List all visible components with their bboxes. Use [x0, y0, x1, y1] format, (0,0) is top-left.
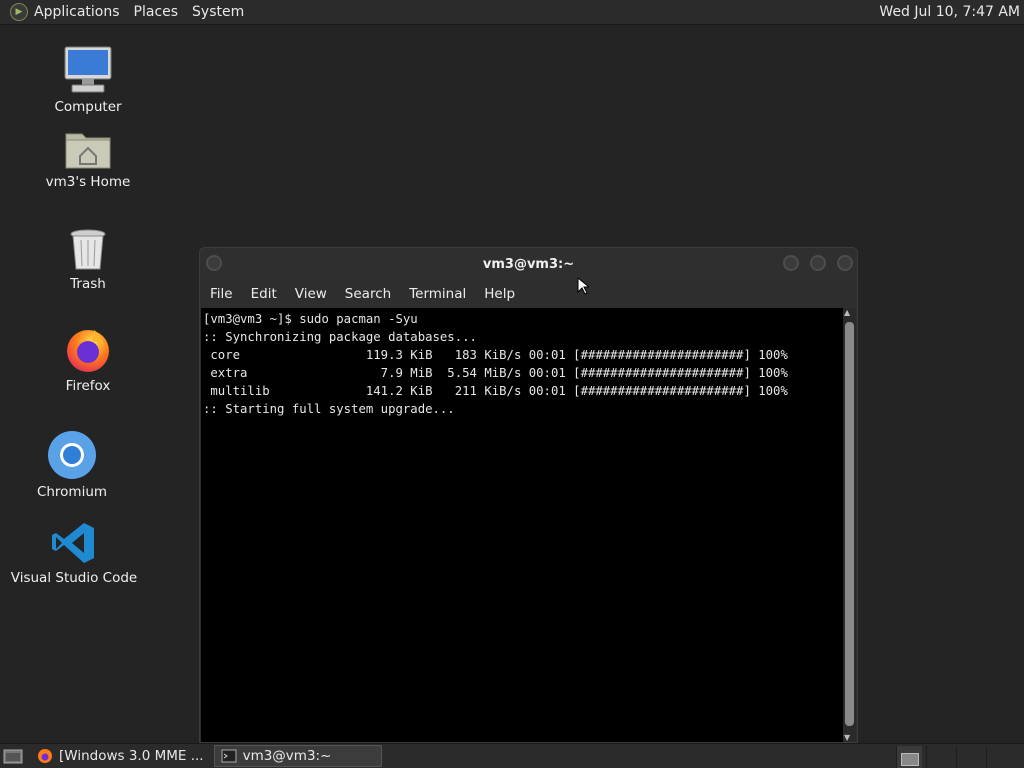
maximize-button[interactable]	[810, 255, 826, 271]
terminal-output[interactable]: [vm3@vm3 ~]$ sudo pacman -Syu :: Synchro…	[201, 308, 843, 742]
computer-icon	[64, 46, 112, 93]
terminal-scrollbar[interactable]: ▲ ▼	[843, 308, 856, 742]
desktop-icon-computer[interactable]: Computer	[28, 45, 148, 115]
menu-applications[interactable]: Applications	[34, 4, 120, 20]
chromium-icon	[48, 431, 96, 479]
workspace-1[interactable]	[896, 746, 922, 768]
desktop-icon-vscode[interactable]: Visual Studio Code	[10, 520, 138, 586]
window-title: vm3@vm3:~	[482, 256, 575, 272]
trash-icon	[70, 229, 106, 270]
menu-help[interactable]: Help	[484, 286, 515, 302]
menu-edit[interactable]: Edit	[251, 286, 277, 302]
terminal-icon	[221, 749, 237, 763]
terminal-line: [vm3@vm3 ~]$ sudo pacman -Syu	[203, 312, 418, 326]
desktop-icon-chromium[interactable]: Chromium	[12, 430, 132, 500]
desktop-icon-label: Visual Studio Code	[10, 570, 138, 586]
mate-menu-icon[interactable]: ▶	[10, 3, 28, 21]
desktop-icon-home[interactable]: vm3's Home	[28, 128, 148, 190]
menu-terminal[interactable]: Terminal	[409, 286, 466, 302]
workspace-2[interactable]	[926, 746, 952, 768]
terminal-menubar: File Edit View Search Terminal Help	[200, 280, 857, 308]
taskbar-item-windows[interactable]: [Windows 3.0 MME ...	[31, 745, 210, 767]
vscode-icon	[52, 523, 94, 563]
close-button[interactable]	[837, 255, 853, 271]
desktop-icon-trash[interactable]: Trash	[28, 228, 148, 292]
menu-view[interactable]: View	[295, 286, 327, 302]
workspace-3[interactable]	[956, 746, 982, 768]
taskbar-item-terminal[interactable]: vm3@vm3:~	[213, 745, 382, 767]
window-menu-button[interactable]	[206, 255, 222, 271]
mouse-cursor-icon	[577, 277, 589, 295]
minimize-button[interactable]	[783, 255, 799, 271]
taskbar-item-label: [Windows 3.0 MME ...	[59, 748, 204, 764]
top-panel: ▶ Applications Places System Wed Jul 10,…	[0, 0, 1024, 25]
terminal-line: :: Synchronizing package databases...	[203, 330, 477, 344]
home-folder-icon	[65, 133, 111, 169]
desktop-icon-label: Chromium	[36, 484, 108, 500]
window-titlebar[interactable]: vm3@vm3:~	[200, 248, 857, 280]
scroll-thumb[interactable]	[845, 322, 854, 726]
workspace-4[interactable]	[986, 746, 1012, 768]
desktop-icon-label: Computer	[54, 99, 122, 115]
desktop-icon-label: vm3's Home	[45, 174, 131, 190]
menu-system[interactable]: System	[192, 4, 244, 20]
taskbar-item-label: vm3@vm3:~	[242, 748, 332, 764]
terminal-line: extra 7.9 MiB 5.54 MiB/s 00:01 [########…	[203, 366, 788, 380]
desktop-icon-label: Firefox	[65, 378, 111, 394]
terminal-line: core 119.3 KiB 183 KiB/s 00:01 [########…	[203, 348, 788, 362]
clock[interactable]: Wed Jul 10, 7:47 AM	[879, 4, 1020, 20]
menu-search[interactable]: Search	[345, 286, 391, 302]
terminal-line: :: Starting full system upgrade...	[203, 402, 455, 416]
terminal-line: multilib 141.2 KiB 211 KiB/s 00:01 [####…	[203, 384, 788, 398]
desktop-icon-label: Trash	[70, 276, 106, 292]
scroll-up-arrow-icon[interactable]: ▲	[844, 308, 850, 317]
show-desktop-icon[interactable]	[3, 748, 23, 764]
menu-file[interactable]: File	[210, 286, 233, 302]
firefox-icon	[38, 749, 52, 763]
firefox-icon	[67, 330, 109, 372]
menu-places[interactable]: Places	[134, 4, 179, 20]
bottom-panel: [Windows 3.0 MME ... vm3@vm3:~	[0, 743, 1024, 768]
desktop-icon-firefox[interactable]: Firefox	[28, 326, 148, 394]
terminal-window[interactable]: vm3@vm3:~ File Edit View Search Terminal…	[199, 247, 858, 743]
scroll-down-arrow-icon[interactable]: ▼	[844, 733, 850, 742]
